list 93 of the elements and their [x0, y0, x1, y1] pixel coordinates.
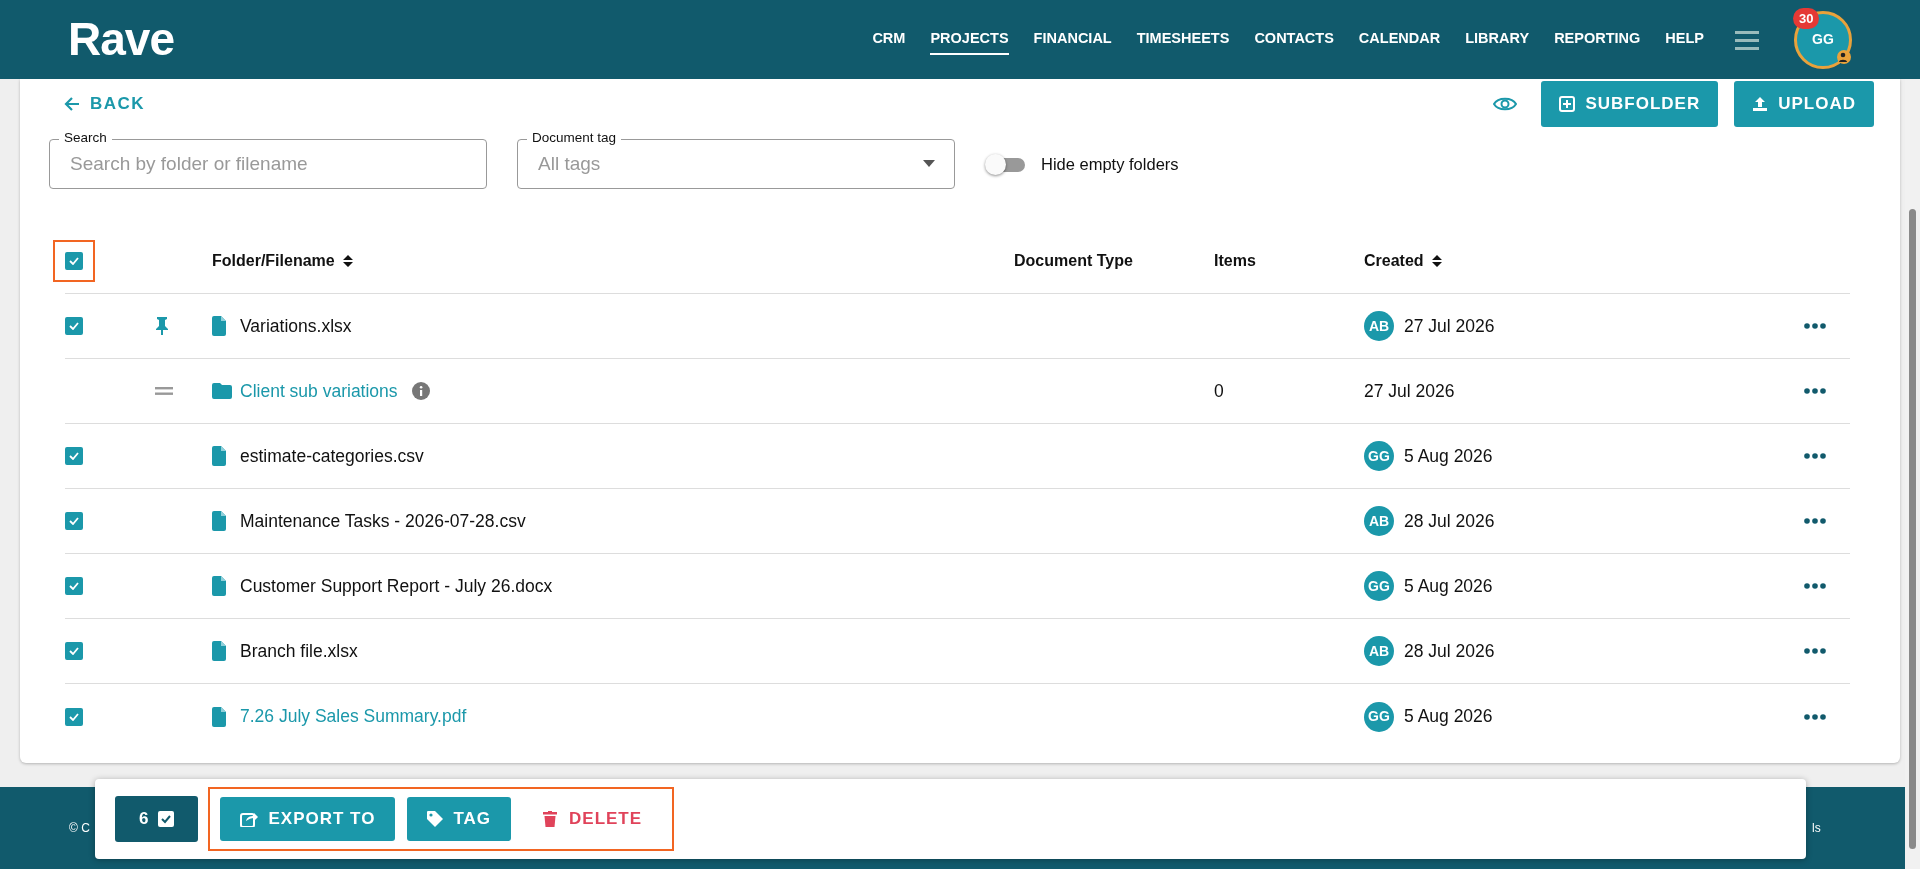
more-options-button[interactable] [1804, 323, 1826, 329]
created-date: 5 Aug 2026 [1404, 705, 1493, 729]
creator-avatar: GG [1364, 441, 1394, 471]
checkbox[interactable] [65, 317, 83, 335]
plus-square-icon [1559, 96, 1576, 112]
more-options-button[interactable] [1804, 713, 1826, 720]
checkbox[interactable] [65, 577, 83, 595]
created-date: 28 Jul 2026 [1404, 639, 1495, 663]
file-icon [212, 576, 226, 596]
trash-icon [543, 811, 560, 827]
nav-link[interactable]: CRM [872, 23, 906, 56]
created-date: 5 Aug 2026 [1404, 574, 1493, 598]
drag-handle-icon[interactable] [155, 387, 173, 395]
nav-link[interactable]: CALENDAR [1358, 23, 1441, 56]
creator-avatar: GG [1364, 571, 1394, 601]
column-header[interactable]: Created [1364, 249, 1424, 273]
person-icon [1837, 49, 1851, 64]
footer-text: ls [1812, 820, 1821, 837]
file-name: Variations.xlsx [240, 314, 352, 338]
footer-text: © C [69, 820, 90, 837]
nav-link[interactable]: TIMESHEETS [1136, 23, 1230, 56]
check-icon [69, 517, 79, 525]
created-date: 28 Jul 2026 [1404, 509, 1495, 533]
file-icon [212, 641, 226, 661]
toggle-label: Hide empty folders [1041, 153, 1179, 175]
creator-avatar: AB [1364, 311, 1394, 341]
ellipsis-icon [1804, 713, 1826, 720]
file-name: estimate-categories.csv [240, 444, 424, 468]
ellipsis-icon [1804, 453, 1826, 459]
more-options-button[interactable] [1804, 583, 1826, 589]
sort-icon[interactable] [1431, 255, 1442, 267]
column-header[interactable]: Items [1214, 249, 1256, 273]
file-name: Maintenance Tasks - 2026-07-28.csv [240, 509, 526, 533]
arrow-left-icon [64, 97, 80, 111]
check-icon [69, 452, 79, 460]
ellipsis-icon [1804, 648, 1826, 654]
created-date: 5 Aug 2026 [1404, 444, 1493, 468]
nav-link[interactable]: REPORTING [1554, 23, 1641, 56]
ellipsis-icon [1804, 518, 1826, 524]
visibility-button[interactable] [1493, 95, 1518, 113]
file-name: Customer Support Report - July 26.docx [240, 574, 553, 598]
item-count: 0 [1214, 380, 1224, 401]
creator-avatar: AB [1364, 636, 1394, 666]
nav-link[interactable]: HELP [1665, 23, 1704, 56]
ellipsis-icon [1804, 323, 1826, 329]
creator-avatar: AB [1364, 506, 1394, 536]
selected-count-button[interactable]: 6 [115, 796, 199, 842]
nav-link[interactable]: CONTACTS [1254, 23, 1334, 56]
sort-icon[interactable] [342, 255, 353, 267]
check-icon [69, 582, 79, 590]
checkbox[interactable] [65, 512, 83, 530]
caret-icon [923, 160, 935, 168]
check-icon [69, 322, 79, 330]
created-date: 27 Jul 2026 [1364, 379, 1455, 403]
upload-icon [1752, 96, 1769, 112]
column-header[interactable]: Folder/Filename [212, 249, 335, 273]
ellipsis-icon [1804, 388, 1826, 394]
more-options-button[interactable] [1804, 453, 1826, 459]
checkbox[interactable] [65, 642, 83, 660]
creator-avatar: GG [1364, 701, 1394, 732]
column-header[interactable]: Document Type [1014, 249, 1133, 273]
checkbox-icon [158, 811, 175, 827]
more-options-button[interactable] [1804, 518, 1826, 524]
notification-badge: 30 [1793, 7, 1820, 29]
file-icon [212, 511, 226, 531]
check-icon [69, 712, 79, 721]
nav-link[interactable]: PROJECTS [930, 23, 1009, 56]
folder-icon [212, 383, 232, 399]
tag-icon [427, 811, 444, 827]
checkbox[interactable] [65, 447, 83, 465]
ellipsis-icon [1804, 583, 1826, 589]
file-icon [212, 316, 226, 336]
file-name: Branch file.xlsx [240, 639, 358, 663]
avatar-initials: GG [1812, 30, 1834, 49]
more-options-button[interactable] [1804, 648, 1826, 654]
menu-button[interactable] [1735, 29, 1759, 50]
file-icon [212, 706, 226, 727]
file-link[interactable]: 7.26 July Sales Summary.pdf [240, 703, 467, 730]
check-icon [69, 647, 79, 655]
check-icon [69, 257, 79, 265]
file-icon [212, 446, 226, 466]
more-options-button[interactable] [1804, 388, 1826, 394]
nav-link[interactable]: FINANCIAL [1033, 23, 1112, 56]
share-icon [240, 811, 259, 827]
folder-link[interactable]: Client sub variations [240, 377, 398, 405]
checkbox[interactable] [65, 252, 83, 270]
created-date: 27 Jul 2026 [1404, 314, 1495, 338]
checkbox[interactable] [65, 707, 83, 726]
nav-link[interactable]: LIBRARY [1465, 23, 1530, 56]
logo: Rave [68, 12, 174, 67]
toggle-switch[interactable] [985, 153, 1027, 175]
delete-button[interactable]: DELETE [523, 797, 663, 841]
user-avatar[interactable]: GG 30 [1794, 10, 1852, 69]
